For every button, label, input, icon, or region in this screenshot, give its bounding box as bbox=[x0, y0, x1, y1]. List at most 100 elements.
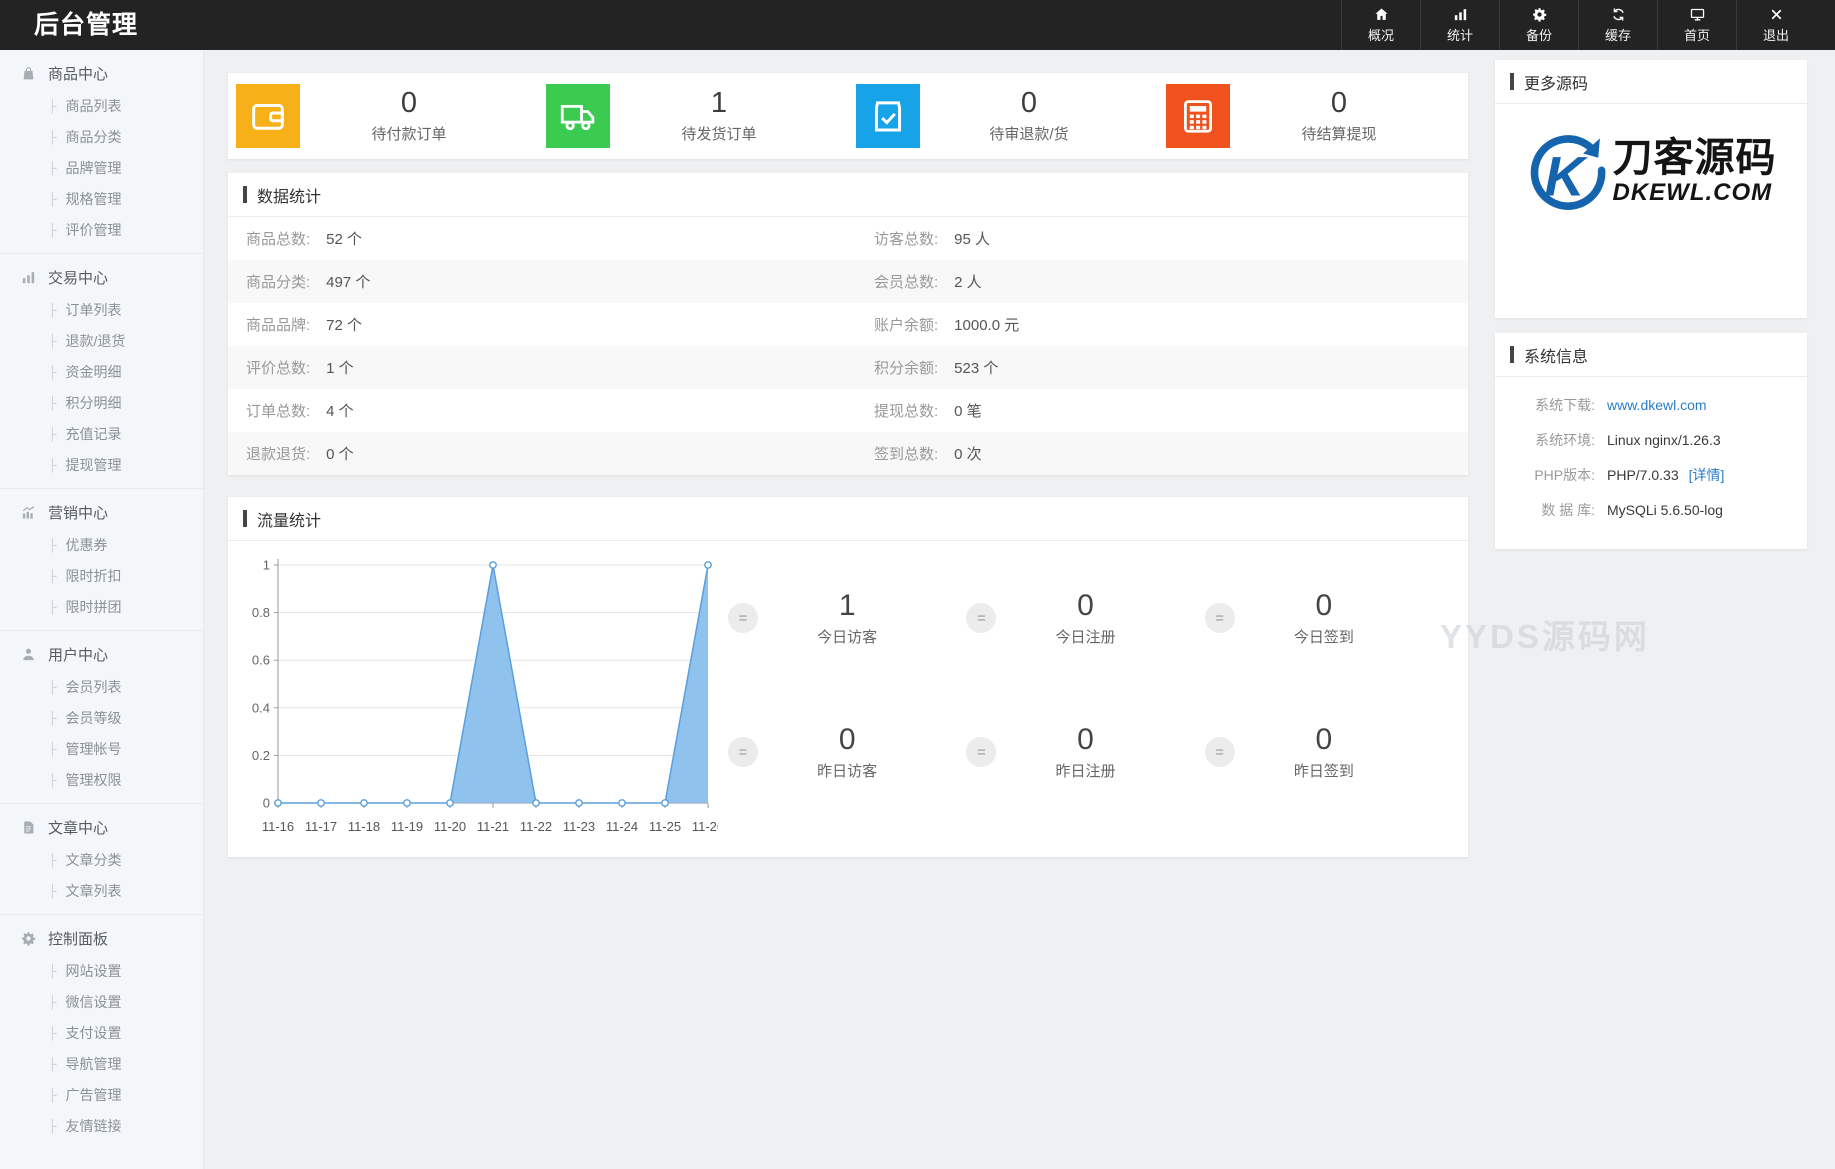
sidebar-item-trade-center[interactable]: 交易中心 bbox=[0, 260, 203, 294]
sidebar-subitem[interactable]: ├微信设置 bbox=[0, 986, 203, 1017]
quick-stat-yesterday-visitors: =0昨日访客 bbox=[728, 693, 966, 811]
sidebar-subitem[interactable]: ├优惠券 bbox=[0, 529, 203, 560]
system-info-value: MySQLi 5.6.50-log bbox=[1607, 502, 1723, 518]
svg-text:0.4: 0.4 bbox=[252, 700, 270, 715]
sidebar-subitem[interactable]: ├提现管理 bbox=[0, 449, 203, 480]
sidebar-section-title: 用户中心 bbox=[48, 644, 108, 665]
sidebar-subitem[interactable]: ├退款/退货 bbox=[0, 325, 203, 356]
quick-stats: =1今日访客=0今日注册=0今日签到=0昨日访客=0昨日注册=0昨日签到 bbox=[728, 559, 1443, 811]
gear-icon bbox=[1531, 6, 1548, 23]
sidebar-subitem[interactable]: ├积分明细 bbox=[0, 387, 203, 418]
dkewl-logo[interactable]: K 刀客源码 DKEWL.COM bbox=[1495, 128, 1807, 216]
table-row: 评价总数:1 个积分余额:523 个 bbox=[228, 346, 1468, 389]
quick-stat-yesterday-checkins: =0 昨日签到 bbox=[1205, 693, 1443, 811]
nav-item-overview[interactable]: 概况 bbox=[1341, 0, 1420, 50]
stat-row-value: 1000.0 元 bbox=[954, 314, 1019, 335]
sidebar-subitem[interactable]: ├广告管理 bbox=[0, 1079, 203, 1110]
nav-item-backup[interactable]: 备份 bbox=[1499, 0, 1578, 50]
stat-value: 0 bbox=[300, 88, 518, 120]
stat-card-pending-settlement[interactable]: 0待结算提现 bbox=[1158, 84, 1468, 148]
system-info-label: 系统环境: bbox=[1517, 430, 1595, 450]
sidebar-subitem[interactable]: ├会员等级 bbox=[0, 702, 203, 733]
svg-text:0.2: 0.2 bbox=[252, 748, 270, 763]
sidebar-subitem[interactable]: ├评价管理 bbox=[0, 214, 203, 245]
close-icon bbox=[1768, 6, 1785, 23]
stat-row-value: 2 人 bbox=[954, 271, 982, 292]
sidebar-subitem-label: 提现管理 bbox=[66, 455, 122, 475]
sidebar-subitem-label: 退款/退货 bbox=[66, 331, 126, 351]
nav-item-homepage[interactable]: 首页 bbox=[1657, 0, 1736, 50]
sidebar-subitem[interactable]: ├订单列表 bbox=[0, 294, 203, 325]
sidebar-subitem[interactable]: ├限时折扣 bbox=[0, 560, 203, 591]
sidebar-subitem[interactable]: ├会员列表 bbox=[0, 671, 203, 702]
equals-icon: = bbox=[1205, 737, 1235, 767]
equals-icon: = bbox=[728, 737, 758, 767]
system-info-value[interactable]: www.dkewl.com bbox=[1607, 397, 1707, 413]
sidebar-subitem[interactable]: ├ 规格管理 bbox=[0, 183, 203, 214]
sidebar-subitem[interactable]: ├商品分类 bbox=[0, 121, 203, 152]
detail-link[interactable]: [详情] bbox=[1689, 465, 1725, 485]
nav-item-cache[interactable]: 缓存 bbox=[1578, 0, 1657, 50]
svg-text:11-16: 11-16 bbox=[262, 819, 294, 834]
nav-item-stats[interactable]: 统计 bbox=[1420, 0, 1499, 50]
sidebar-subitem[interactable]: ├支付设置 bbox=[0, 1017, 203, 1048]
tree-branch-icon: ├ bbox=[48, 192, 57, 206]
stat-row-label: 退款退货: bbox=[246, 443, 310, 464]
sidebar-item-marketing-center[interactable]: 营销中心 bbox=[0, 495, 203, 529]
sidebar-subitem[interactable]: ├文章分类 bbox=[0, 844, 203, 875]
stat-row-value: 0 个 bbox=[326, 443, 354, 464]
tree-branch-icon: ├ bbox=[48, 569, 57, 583]
stat-value: 0 bbox=[1230, 88, 1448, 120]
stat-card-pending-refund[interactable]: 0待审退款/货 bbox=[848, 84, 1158, 148]
sidebar-item-article-center[interactable]: 文章中心 bbox=[0, 810, 203, 844]
svg-text:11-24: 11-24 bbox=[606, 819, 638, 834]
sidebar-subitem[interactable]: ├品牌管理 bbox=[0, 152, 203, 183]
tree-branch-icon: ├ bbox=[48, 1119, 57, 1133]
sidebar-item-control-panel[interactable]: 控制面板 bbox=[0, 921, 203, 955]
sidebar-subitem-label: 限时拼团 bbox=[66, 597, 122, 617]
system-info-row-database: 数 据 库:MySQLi 5.6.50-log bbox=[1495, 492, 1807, 527]
system-info-value: PHP/7.0.33 bbox=[1607, 467, 1679, 483]
stat-card-pending-shipment[interactable]: 1待发货订单 bbox=[538, 84, 848, 148]
sidebar-subitem-label: 管理权限 bbox=[66, 770, 122, 790]
quick-stat-label: 昨日签到 bbox=[1235, 760, 1413, 781]
sidebar-subitem[interactable]: ├商品列表 bbox=[0, 90, 203, 121]
stat-label: 待付款订单 bbox=[300, 123, 518, 144]
sidebar-item-goods-center[interactable]: 商品中心 bbox=[0, 56, 203, 90]
sidebar-subitem[interactable]: ├友情链接 bbox=[0, 1110, 203, 1141]
sidebar-subitem[interactable]: ├文章列表 bbox=[0, 875, 203, 906]
svg-text:11-20: 11-20 bbox=[434, 819, 466, 834]
sidebar-subitem[interactable]: ├限时拼团 bbox=[0, 591, 203, 622]
sidebar-subitem[interactable]: ├资金明细 bbox=[0, 356, 203, 387]
sidebar-subitem[interactable]: ├管理帐号 bbox=[0, 733, 203, 764]
table-row: 退款退货:0 个签到总数:0 次 bbox=[228, 432, 1468, 475]
quick-stat-label: 昨日访客 bbox=[758, 760, 936, 781]
svg-text:11-22: 11-22 bbox=[520, 819, 552, 834]
stat-card-pending-payment[interactable]: 0 待付款订单 bbox=[228, 84, 538, 148]
sidebar-subitem[interactable]: ├导航管理 bbox=[0, 1048, 203, 1079]
svg-text:1: 1 bbox=[263, 558, 270, 573]
sidebar-section-title: 商品中心 bbox=[48, 63, 108, 84]
gear-icon bbox=[20, 930, 37, 947]
tree-branch-icon: ├ bbox=[48, 1057, 57, 1071]
quick-stat-value: 0 bbox=[996, 589, 1174, 623]
quick-stat-value: 0 bbox=[1235, 723, 1413, 757]
sidebar-subitem-label: 商品分类 bbox=[66, 127, 122, 147]
nav-item-logout[interactable]: 退出 bbox=[1736, 0, 1815, 50]
bag-icon bbox=[20, 65, 37, 82]
quick-stat-label: 今日访客 bbox=[758, 626, 936, 647]
svg-text:0: 0 bbox=[263, 796, 270, 811]
quick-stat-value: 1 bbox=[758, 589, 936, 623]
section-title: 系统信息 bbox=[1524, 343, 1588, 367]
sidebar-subitem[interactable]: ├管理权限 bbox=[0, 764, 203, 795]
stat-row-value: 52 个 bbox=[326, 228, 362, 249]
table-row: 商品总数:52 个访客总数:95 人 bbox=[228, 217, 1468, 260]
sidebar-subitem[interactable]: ├充值记录 bbox=[0, 418, 203, 449]
quick-stat-value: 0 bbox=[1235, 589, 1413, 623]
system-info-rows: 系统下载:www.dkewl.com系统环境:Linux nginx/1.26.… bbox=[1495, 377, 1807, 527]
equals-icon: = bbox=[966, 737, 996, 767]
sidebar-subitem-label: 优惠券 bbox=[66, 535, 108, 555]
sidebar-subitem-label: 规格管理 bbox=[66, 189, 122, 209]
sidebar-item-user-center[interactable]: 用户中心 bbox=[0, 637, 203, 671]
sidebar-subitem[interactable]: ├网站设置 bbox=[0, 955, 203, 986]
